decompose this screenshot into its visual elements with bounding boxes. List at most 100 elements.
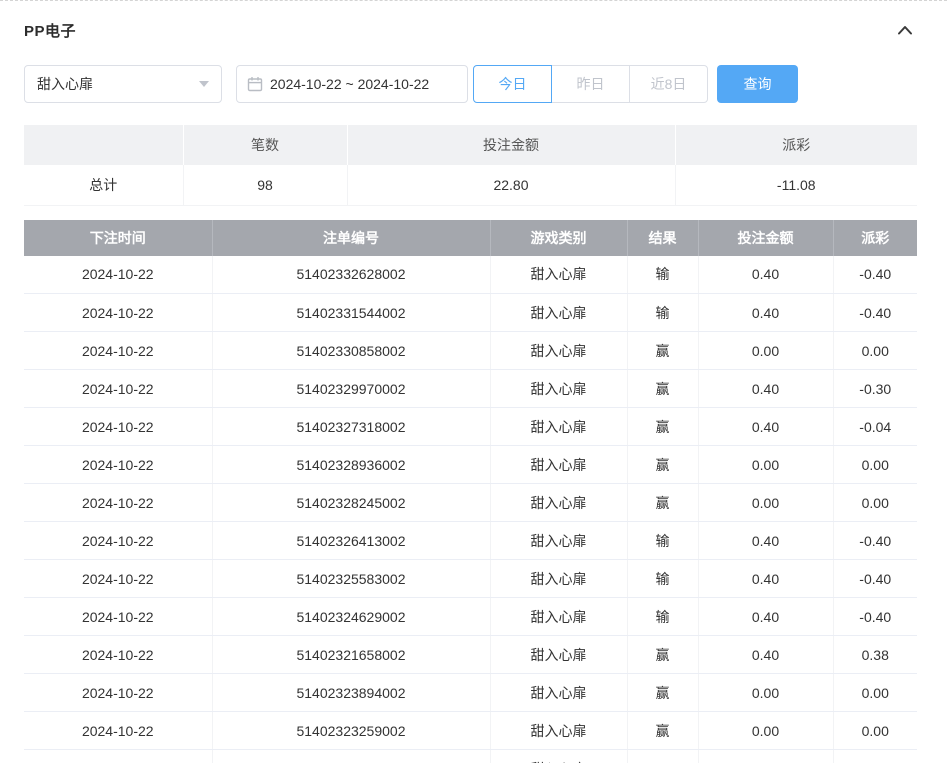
cell-time: 2024-10-22: [24, 522, 212, 560]
summary-header-row: 笔数 投注金额 派彩: [24, 125, 917, 165]
cell-game: 甜入心扉: [490, 598, 627, 636]
cell-payout: 0.00: [833, 332, 917, 370]
cell-amount: 0.40: [698, 256, 833, 294]
cell-order: 51402324629002: [212, 598, 490, 636]
cell-result: 赢: [627, 408, 698, 446]
cell-order: 51402321658002: [212, 636, 490, 674]
cell-game: 甜入心扉: [490, 712, 627, 750]
cell-payout: -0.40: [833, 256, 917, 294]
cell-time: 2024-10-22: [24, 256, 212, 294]
table-row: 2024-10-2251402332628002甜入心扉输0.40-0.40: [24, 256, 917, 294]
quick-button-last8days[interactable]: 近8日: [629, 65, 708, 103]
summary-total-row: 总计 98 22.80 -11.08: [24, 165, 917, 205]
cell-order: 51402326413002: [212, 522, 490, 560]
cell-amount: 0.40: [698, 408, 833, 446]
cell-amount: 0.40: [698, 522, 833, 560]
cell-result: 输: [627, 598, 698, 636]
cell-result: 赢: [627, 674, 698, 712]
cell-amount: 0.00: [698, 484, 833, 522]
cell-result: 输: [627, 294, 698, 332]
table-row: 2024-10-2251402329970002甜入心扉赢0.40-0.30: [24, 370, 917, 408]
table-row: 2024-10-2251402326413002甜入心扉输0.40-0.40: [24, 522, 917, 560]
cell-result: 赢: [627, 636, 698, 674]
table-row: 2024-10-2251402323894002甜入心扉赢0.000.00: [24, 674, 917, 712]
cell-result: 赢: [627, 484, 698, 522]
quick-button-today[interactable]: 今日: [473, 65, 552, 103]
cell-payout: -0.40: [833, 522, 917, 560]
cell-order: 51402330858002: [212, 332, 490, 370]
cell-game: 甜入心扉: [490, 750, 627, 763]
cell-result: 赢: [627, 370, 698, 408]
date-range-value: 2024-10-22 ~ 2024-10-22: [270, 76, 429, 92]
cell-order: 51402325583002: [212, 560, 490, 598]
cell-time: 2024-10-22: [24, 294, 212, 332]
cell-time: 2024-10-22: [24, 712, 212, 750]
report-panel: PP电子 甜入心扉 2024-10-22 ~ 2024-10-22: [0, 0, 947, 763]
cell-time: 2024-10-22: [24, 370, 212, 408]
date-range-input[interactable]: 2024-10-22 ~ 2024-10-22: [236, 65, 468, 103]
search-button[interactable]: 查询: [717, 65, 798, 103]
cell-payout: -0.30: [833, 370, 917, 408]
cell-time: 2024-10-22: [24, 484, 212, 522]
cell-amount: [698, 750, 833, 763]
caret-down-icon: [199, 81, 209, 87]
table-row: 2024-10-2251402321658002甜入心扉赢0.400.38: [24, 636, 917, 674]
cell-order: 51402323894002: [212, 674, 490, 712]
cell-amount: 0.40: [698, 560, 833, 598]
cell-payout: [833, 750, 917, 763]
cell-game: 甜入心扉: [490, 560, 627, 598]
game-select-value: 甜入心扉: [37, 74, 199, 94]
cell-time: 2024-10-22: [24, 598, 212, 636]
table-row: 2024-10-2251402328936002甜入心扉赢0.000.00: [24, 446, 917, 484]
cell-payout: 0.00: [833, 484, 917, 522]
table-row-partial: 甜入心扉: [24, 750, 917, 763]
cell-payout: -0.40: [833, 598, 917, 636]
cell-time: 2024-10-22: [24, 332, 212, 370]
cell-time: 2024-10-22: [24, 674, 212, 712]
cell-game: 甜入心扉: [490, 294, 627, 332]
collapse-button[interactable]: [893, 18, 917, 42]
table-row: 2024-10-2251402323259002甜入心扉赢0.000.00: [24, 712, 917, 750]
header-bet-time: 下注时间: [24, 220, 212, 256]
section-title: PP电子: [24, 20, 76, 41]
cell-amount: 0.40: [698, 636, 833, 674]
cell-payout: 0.00: [833, 712, 917, 750]
bet-table-body: 2024-10-2251402332628002甜入心扉输0.40-0.4020…: [24, 256, 917, 763]
cell-result: 输: [627, 560, 698, 598]
cell-order: 51402323259002: [212, 712, 490, 750]
cell-time: 2024-10-22: [24, 636, 212, 674]
cell-result: 赢: [627, 332, 698, 370]
quick-range-group: 今日 昨日 近8日: [473, 65, 708, 103]
cell-order: 51402327318002: [212, 408, 490, 446]
header-game-category: 游戏类别: [490, 220, 627, 256]
chevron-up-icon: [896, 23, 914, 37]
cell-game: 甜入心扉: [490, 446, 627, 484]
section-header: PP电子: [24, 15, 917, 45]
cell-amount: 0.40: [698, 370, 833, 408]
cell-amount: 0.40: [698, 598, 833, 636]
cell-amount: 0.00: [698, 674, 833, 712]
bet-table-header-row: 下注时间 注单编号 游戏类别 结果 投注金额 派彩: [24, 220, 917, 256]
cell-game: 甜入心扉: [490, 332, 627, 370]
cell-order: 51402332628002: [212, 256, 490, 294]
cell-time: 2024-10-22: [24, 408, 212, 446]
table-row: 2024-10-2251402328245002甜入心扉赢0.000.00: [24, 484, 917, 522]
summary-total-payout: -11.08: [675, 165, 917, 205]
cell-payout: -0.40: [833, 294, 917, 332]
quick-button-yesterday[interactable]: 昨日: [551, 65, 630, 103]
cell-order: [212, 750, 490, 763]
summary-table: 笔数 投注金额 派彩 总计 98 22.80 -11.08: [24, 125, 917, 206]
cell-game: 甜入心扉: [490, 636, 627, 674]
cell-result: 输: [627, 256, 698, 294]
summary-header-count: 笔数: [183, 125, 347, 165]
cell-result: 输: [627, 522, 698, 560]
cell-payout: 0.38: [833, 636, 917, 674]
cell-game: 甜入心扉: [490, 370, 627, 408]
cell-order: 51402328245002: [212, 484, 490, 522]
header-payout: 派彩: [833, 220, 917, 256]
cell-game: 甜入心扉: [490, 674, 627, 712]
game-select[interactable]: 甜入心扉: [24, 65, 222, 103]
table-row: 2024-10-2251402324629002甜入心扉输0.40-0.40: [24, 598, 917, 636]
cell-game: 甜入心扉: [490, 522, 627, 560]
cell-game: 甜入心扉: [490, 408, 627, 446]
